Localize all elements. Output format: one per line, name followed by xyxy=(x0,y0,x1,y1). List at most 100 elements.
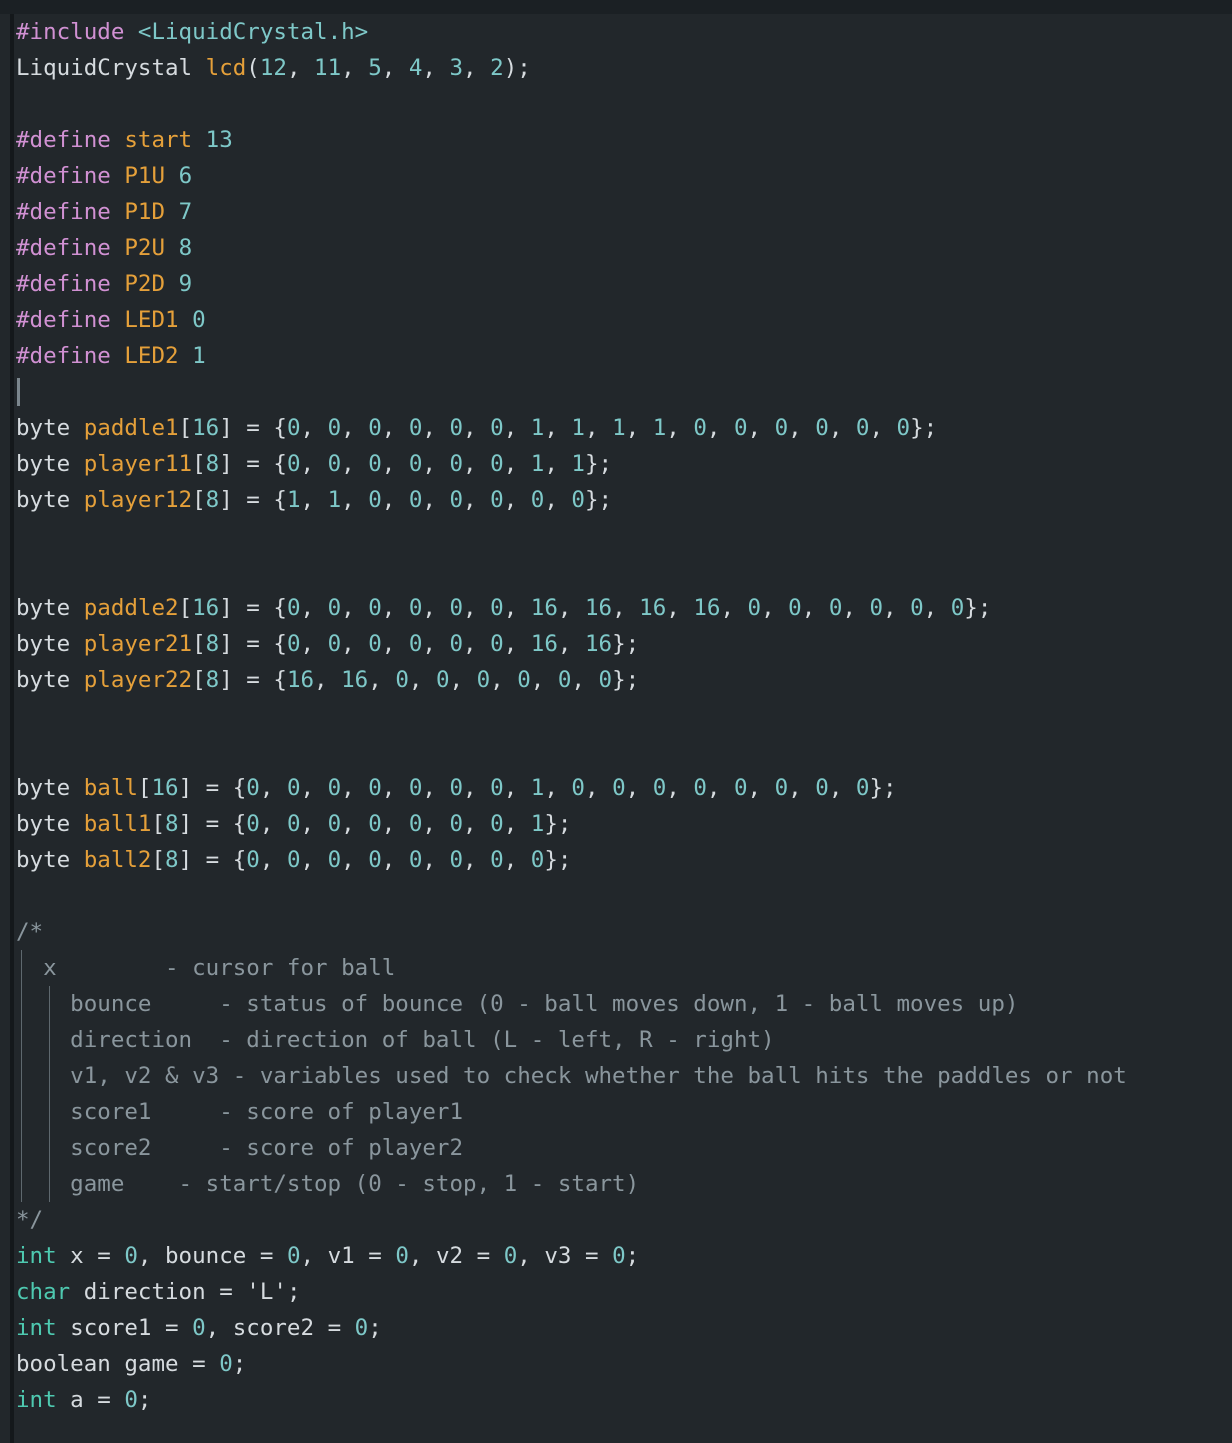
code-token xyxy=(111,343,125,369)
code-line[interactable]: game - start/stop (0 - stop, 1 - start) xyxy=(0,1166,1232,1202)
code-token: , xyxy=(382,811,409,837)
code-token: [ xyxy=(138,775,152,801)
code-token: player22 xyxy=(84,667,192,693)
code-line[interactable]: #include <LiquidCrystal.h> xyxy=(0,14,1232,50)
code-token xyxy=(111,307,125,333)
code-token: 0 xyxy=(558,667,572,693)
code-token: 0 xyxy=(395,667,409,693)
code-token: , xyxy=(666,415,693,441)
code-line[interactable]: byte player12[8] = {1, 1, 0, 0, 0, 0, 0,… xyxy=(0,482,1232,518)
code-line[interactable] xyxy=(0,698,1232,734)
code-token: , xyxy=(382,595,409,621)
code-token: , xyxy=(544,775,571,801)
code-line[interactable]: direction - direction of ball (L - left,… xyxy=(0,1022,1232,1058)
code-token: , xyxy=(558,595,585,621)
code-token: , xyxy=(869,415,896,441)
code-token: ; xyxy=(287,1279,301,1305)
code-line[interactable]: LiquidCrystal lcd(12, 11, 5, 4, 3, 2); xyxy=(0,50,1232,86)
code-line[interactable]: byte ball2[8] = {0, 0, 0, 0, 0, 0, 0, 0}… xyxy=(0,842,1232,878)
code-line[interactable]: #define P1D 7 xyxy=(0,194,1232,230)
code-line[interactable]: #define P1U 6 xyxy=(0,158,1232,194)
code-token xyxy=(179,307,193,333)
code-line[interactable]: #define P2D 9 xyxy=(0,266,1232,302)
code-token: 0 xyxy=(450,451,464,477)
code-line[interactable]: int x = 0, bounce = 0, v1 = 0, v2 = 0, v… xyxy=(0,1238,1232,1274)
code-token: , xyxy=(883,595,910,621)
code-token: 8 xyxy=(206,667,220,693)
code-line[interactable]: boolean game = 0; xyxy=(0,1346,1232,1382)
code-line[interactable] xyxy=(0,554,1232,590)
code-line[interactable]: bounce - status of bounce (0 - ball move… xyxy=(0,986,1232,1022)
code-lines-container[interactable]: #include <LiquidCrystal.h>LiquidCrystal … xyxy=(0,14,1232,1418)
code-token: ball xyxy=(84,775,138,801)
code-token: 1 xyxy=(531,451,545,477)
code-token: 1 xyxy=(531,415,545,441)
code-token: , xyxy=(300,487,327,513)
code-token: 0 xyxy=(409,775,423,801)
code-token: , xyxy=(626,775,653,801)
code-token: <LiquidCrystal.h> xyxy=(138,19,368,45)
code-token: #define xyxy=(16,307,111,333)
code-line[interactable]: byte player11[8] = {0, 0, 0, 0, 0, 0, 1,… xyxy=(0,446,1232,482)
code-token: ball1 xyxy=(84,811,152,837)
code-token: [ xyxy=(151,811,165,837)
code-token: , xyxy=(666,595,693,621)
code-line[interactable]: #define LED1 0 xyxy=(0,302,1232,338)
code-line[interactable]: score2 - score of player2 xyxy=(0,1130,1232,1166)
code-token: , xyxy=(748,415,775,441)
code-token: game - start/stop (0 - stop, 1 - start) xyxy=(16,1171,639,1197)
code-line[interactable] xyxy=(0,734,1232,770)
code-token: 0 xyxy=(450,631,464,657)
code-line[interactable]: v1, v2 & v3 - variables used to check wh… xyxy=(0,1058,1232,1094)
code-token: , xyxy=(707,775,734,801)
code-token: 0 xyxy=(368,595,382,621)
code-token: 0 xyxy=(409,631,423,657)
code-line[interactable]: #define start 13 xyxy=(0,122,1232,158)
code-token: , xyxy=(544,451,571,477)
code-line[interactable]: x - cursor for ball xyxy=(0,950,1232,986)
code-token: LED1 xyxy=(124,307,178,333)
code-line[interactable]: score1 - score of player1 xyxy=(0,1094,1232,1130)
code-token: , xyxy=(422,631,449,657)
code-line[interactable]: */ xyxy=(0,1202,1232,1238)
code-token: , xyxy=(571,667,598,693)
code-token: , xyxy=(382,487,409,513)
code-token: 0 xyxy=(490,811,504,837)
code-token: score2 - score of player2 xyxy=(16,1135,463,1161)
code-line[interactable]: #define P2U 8 xyxy=(0,230,1232,266)
code-token: bounce - status of bounce (0 - ball move… xyxy=(16,991,1018,1017)
code-line[interactable]: int a = 0; xyxy=(0,1382,1232,1418)
code-line[interactable] xyxy=(0,374,1232,410)
code-token: 0 xyxy=(124,1387,138,1413)
code-token: , xyxy=(450,667,477,693)
code-token: , xyxy=(260,847,287,873)
code-token: }; xyxy=(964,595,991,621)
code-line[interactable] xyxy=(0,518,1232,554)
code-token: ] = { xyxy=(179,847,247,873)
code-token: , xyxy=(341,811,368,837)
code-line[interactable]: byte player22[8] = {16, 16, 0, 0, 0, 0, … xyxy=(0,662,1232,698)
code-line[interactable]: int score1 = 0, score2 = 0; xyxy=(0,1310,1232,1346)
code-token: 8 xyxy=(179,235,193,261)
code-token: 0 xyxy=(368,847,382,873)
code-token: [ xyxy=(192,667,206,693)
code-token: ; xyxy=(233,1351,247,1377)
code-token: , xyxy=(287,55,314,81)
code-token: , xyxy=(422,811,449,837)
code-line[interactable]: byte player21[8] = {0, 0, 0, 0, 0, 0, 16… xyxy=(0,626,1232,662)
code-line[interactable]: byte ball[16] = {0, 0, 0, 0, 0, 0, 0, 1,… xyxy=(0,770,1232,806)
code-line[interactable]: char direction = 'L'; xyxy=(0,1274,1232,1310)
code-line[interactable] xyxy=(0,86,1232,122)
code-line[interactable]: /* xyxy=(0,914,1232,950)
code-token: 0 xyxy=(531,487,545,513)
code-token: 0 xyxy=(450,487,464,513)
code-editor-surface[interactable]: #include <LiquidCrystal.h>LiquidCrystal … xyxy=(0,14,1232,1443)
code-token: 9 xyxy=(179,271,193,297)
code-line[interactable]: byte ball1[8] = {0, 0, 0, 0, 0, 0, 0, 1}… xyxy=(0,806,1232,842)
code-line[interactable]: #define LED2 1 xyxy=(0,338,1232,374)
code-token: , xyxy=(829,775,856,801)
code-line[interactable]: byte paddle2[16] = {0, 0, 0, 0, 0, 0, 16… xyxy=(0,590,1232,626)
code-line[interactable] xyxy=(0,878,1232,914)
code-token: direction - direction of ball (L - left,… xyxy=(16,1027,775,1053)
code-line[interactable]: byte paddle1[16] = {0, 0, 0, 0, 0, 0, 1,… xyxy=(0,410,1232,446)
